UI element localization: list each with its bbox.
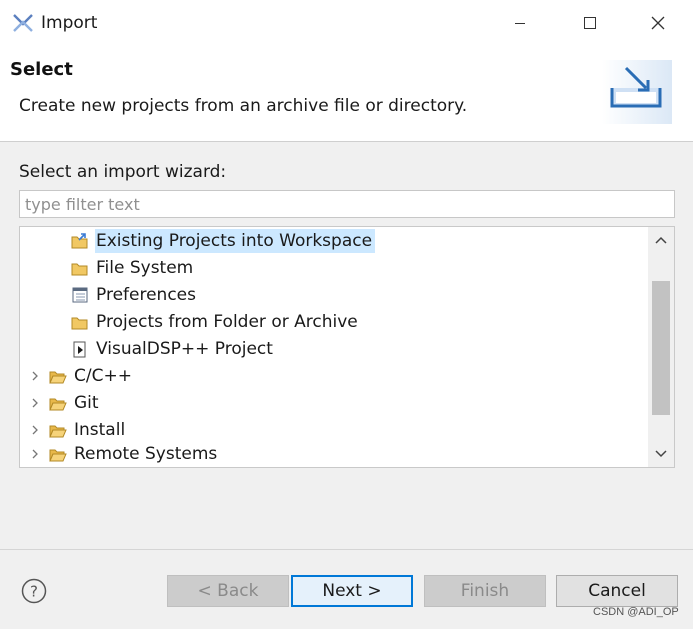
scroll-down-button[interactable] (648, 441, 674, 467)
svg-text:?: ? (30, 583, 38, 601)
chevron-right-icon[interactable] (28, 363, 42, 389)
tree-item-projects-from-folder[interactable]: Projects from Folder or Archive (70, 309, 361, 335)
maximize-button[interactable] (566, 8, 614, 38)
folder-icon (70, 259, 90, 277)
chevron-up-icon (655, 236, 667, 244)
page-description: Create new projects from an archive file… (19, 96, 468, 116)
help-icon[interactable]: ? (21, 578, 47, 604)
tree-item-visualdsp-project[interactable]: VisualDSP++ Project (70, 336, 276, 362)
open-folder-icon (48, 445, 68, 463)
minimize-icon (515, 22, 525, 24)
window-title: Import (41, 13, 98, 33)
maximize-icon (584, 17, 596, 29)
scroll-up-button[interactable] (648, 227, 674, 253)
preferences-icon (70, 286, 90, 304)
page-title: Select (10, 59, 73, 80)
tree-item-cpp[interactable]: C/C++ (48, 363, 135, 389)
tree-item-label: Install (74, 420, 126, 440)
tree-item-label: VisualDSP++ Project (96, 339, 273, 359)
visualdsp-project-icon (70, 340, 90, 358)
project-import-icon (70, 232, 90, 250)
minimize-button[interactable] (496, 8, 544, 38)
tree-item-file-system[interactable]: File System (70, 255, 196, 281)
scrollbar-thumb[interactable] (652, 281, 670, 415)
tree-item-label: Git (74, 393, 99, 413)
tree-item-label: File System (96, 258, 194, 278)
wizard-select-label: Select an import wizard: (19, 162, 227, 182)
close-icon (651, 16, 665, 30)
tree-item-label: Preferences (96, 285, 196, 305)
folder-icon (70, 313, 90, 331)
finish-button[interactable]: Finish (424, 575, 546, 607)
chevron-right-icon[interactable] (28, 417, 42, 443)
tree-item-preferences[interactable]: Preferences (70, 282, 199, 308)
close-button[interactable] (634, 8, 682, 38)
import-banner-icon (602, 60, 672, 124)
vertical-scrollbar[interactable] (648, 227, 674, 467)
tree-item-existing-projects[interactable]: Existing Projects into Workspace (70, 228, 376, 254)
next-button[interactable]: Next > (291, 575, 413, 607)
footer-divider (0, 549, 693, 550)
title-bar: Import (0, 0, 693, 46)
chevron-right-icon[interactable] (28, 390, 42, 416)
tree-item-label: C/C++ (74, 366, 132, 386)
tree-item-label: Projects from Folder or Archive (96, 312, 358, 332)
open-folder-icon (48, 421, 68, 439)
wizard-header: Select Create new projects from an archi… (0, 46, 693, 142)
chevron-right-icon[interactable] (28, 441, 42, 467)
cancel-button[interactable]: Cancel (556, 575, 678, 607)
open-folder-icon (48, 394, 68, 412)
tree-item-git[interactable]: Git (48, 390, 102, 416)
tree-item-remote-systems[interactable]: Remote Systems (48, 441, 220, 467)
eclipse-import-icon (13, 14, 33, 32)
tree-item-label: Remote Systems (74, 444, 218, 464)
wizard-tree[interactable]: Existing Projects into Workspace File Sy… (19, 226, 675, 468)
open-folder-icon (48, 367, 68, 385)
tree-item-label: Existing Projects into Workspace (95, 229, 376, 253)
filter-input[interactable] (19, 190, 675, 218)
chevron-down-icon (655, 450, 667, 458)
watermark: CSDN @ADI_OP (593, 606, 679, 618)
tree-item-install[interactable]: Install (48, 417, 128, 443)
back-button[interactable]: < Back (167, 575, 289, 607)
